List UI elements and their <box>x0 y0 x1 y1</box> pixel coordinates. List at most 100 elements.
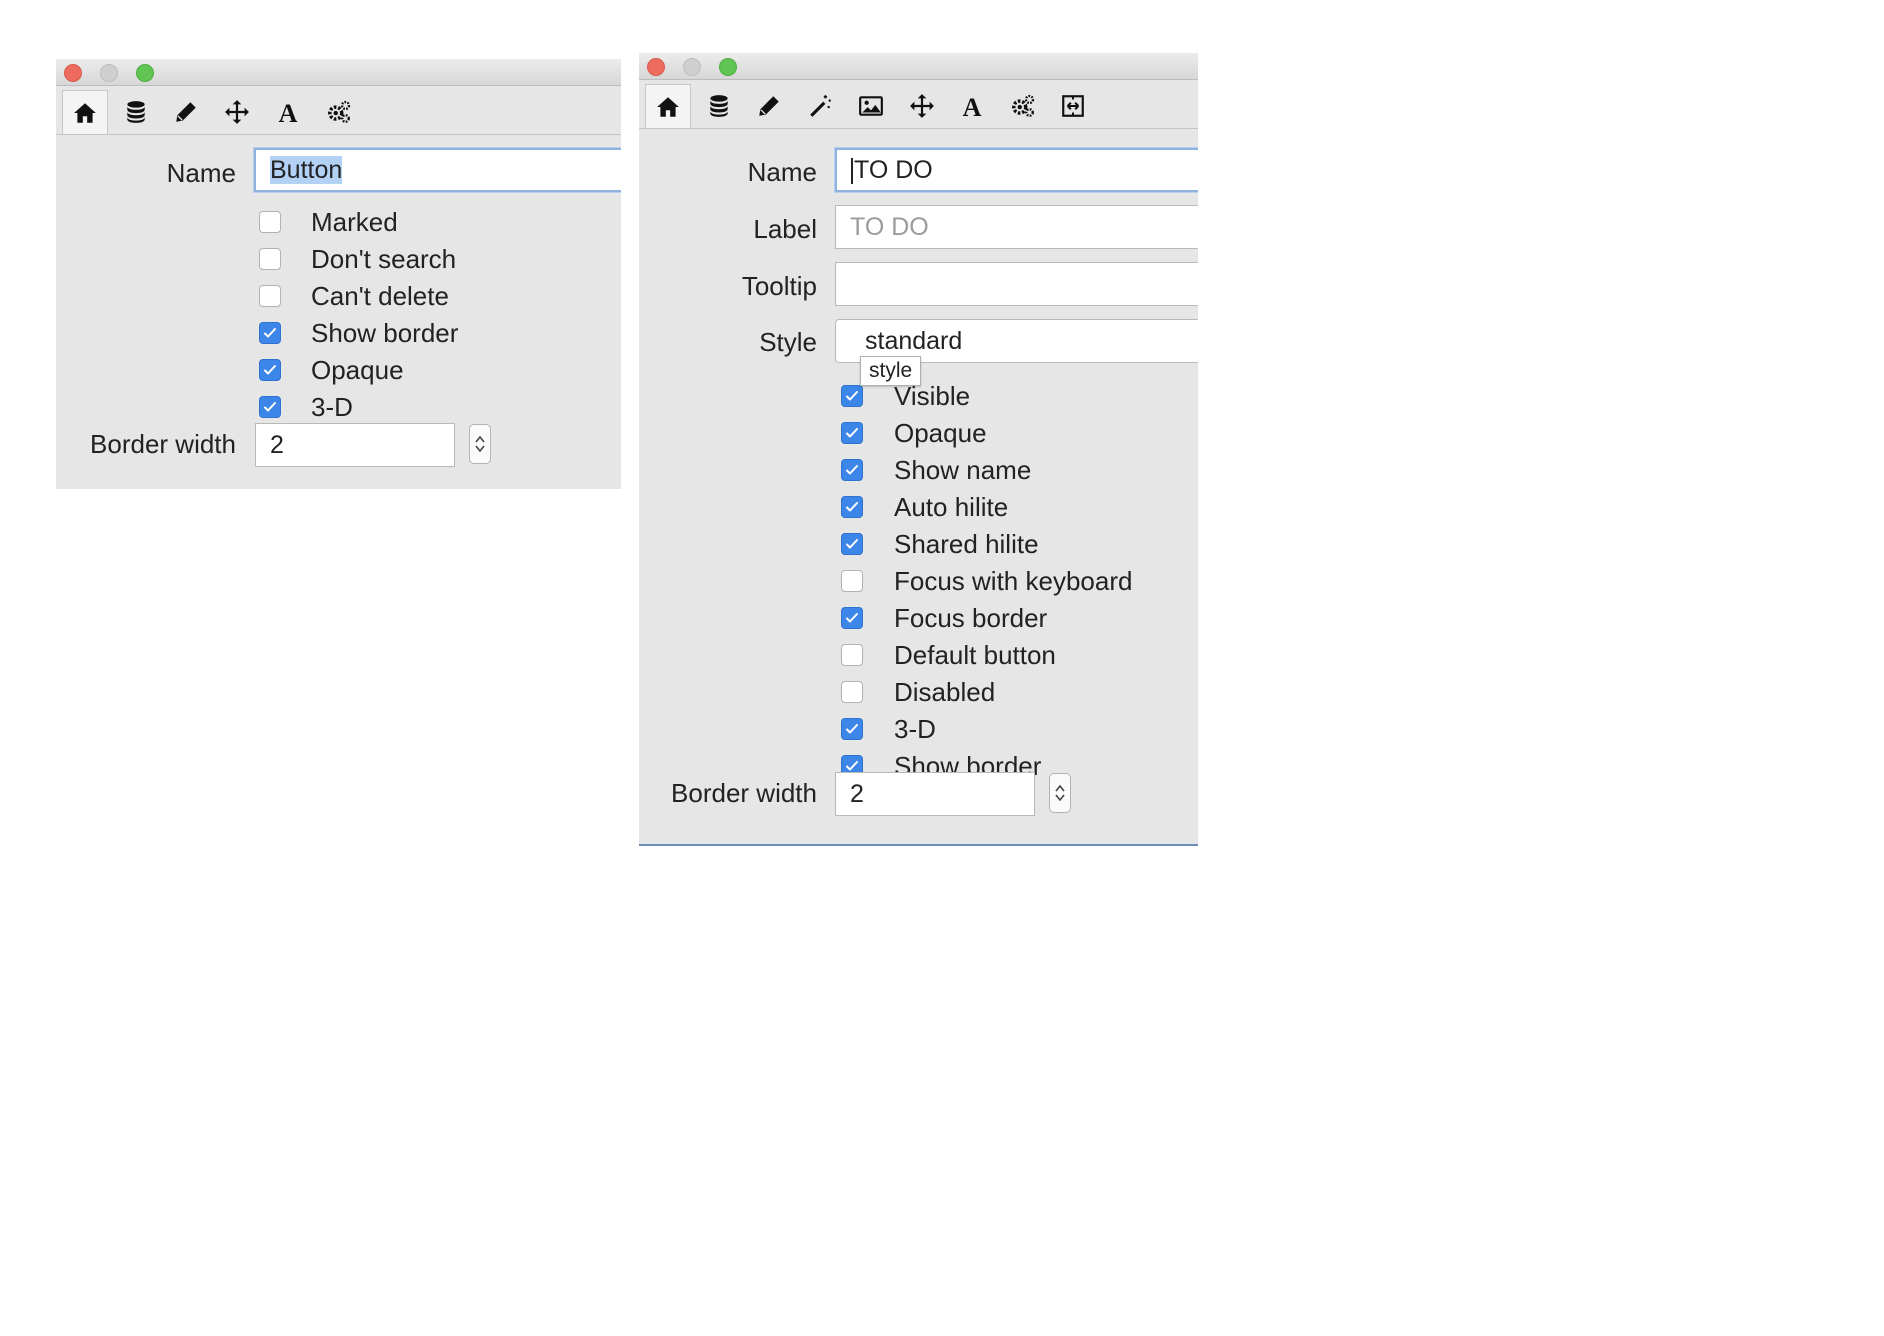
don-t-search-checkbox[interactable] <box>259 248 281 270</box>
minimize-button[interactable] <box>100 64 118 82</box>
show-name-checkbox[interactable] <box>841 459 863 481</box>
tab-basic-properties[interactable] <box>645 84 691 128</box>
can-t-delete-checkbox-label[interactable]: Can't delete <box>311 281 449 311</box>
tab-custom-properties[interactable] <box>696 84 742 128</box>
focus-border-checkbox-label[interactable]: Focus border <box>894 603 1047 633</box>
zoom-button[interactable] <box>719 58 737 76</box>
don-t-search-checkbox-label[interactable]: Don't search <box>311 244 456 274</box>
show-border-checkbox[interactable] <box>259 322 281 344</box>
tab-text-formatting[interactable] <box>265 90 311 134</box>
chevron-down-icon[interactable] <box>474 444 486 454</box>
font-icon <box>959 93 985 119</box>
magic-wand-icon <box>807 93 833 119</box>
marked-checkbox[interactable] <box>259 211 281 233</box>
chevron-down-icon[interactable] <box>1054 793 1066 803</box>
tooltip-field[interactable] <box>835 262 1198 306</box>
tab-text-formatting[interactable] <box>949 84 995 128</box>
title-bar <box>639 53 1198 80</box>
checkmark-icon <box>844 388 860 404</box>
border-width-stepper[interactable] <box>1049 773 1071 813</box>
home-icon <box>655 94 681 120</box>
style-tooltip: style <box>860 356 922 386</box>
can-t-delete-checkbox[interactable] <box>259 285 281 307</box>
checkmark-icon <box>844 610 860 626</box>
border-width-label: Border width <box>671 778 817 808</box>
gears-icon <box>1010 93 1036 119</box>
database-icon <box>706 93 732 119</box>
move-icon <box>224 99 250 125</box>
default-button-checkbox-label[interactable]: Default button <box>894 640 1056 670</box>
name-field[interactable]: TO DO <box>835 148 1198 192</box>
label-field[interactable]: TO DO <box>835 205 1198 249</box>
tab-advanced[interactable] <box>1000 84 1046 128</box>
3-d-checkbox[interactable] <box>841 718 863 740</box>
close-button[interactable] <box>647 58 665 76</box>
disabled-checkbox[interactable] <box>841 681 863 703</box>
tab-advanced[interactable] <box>316 90 362 134</box>
auto-hilite-checkbox-label[interactable]: Auto hilite <box>894 492 1008 522</box>
resize-icon <box>1060 93 1086 119</box>
name-field[interactable]: Button <box>254 148 621 192</box>
default-button-checkbox[interactable] <box>841 644 863 666</box>
opaque-checkbox[interactable] <box>841 422 863 444</box>
text-caret <box>851 158 853 185</box>
marked-checkbox-label[interactable]: Marked <box>311 207 398 237</box>
inspector-window-todo: Name TO DO Label TO DO Tooltip Style sta… <box>639 53 1198 846</box>
checkmark-icon <box>262 325 278 341</box>
visible-checkbox[interactable] <box>841 385 863 407</box>
checkmark-icon <box>262 362 278 378</box>
focus-border-checkbox[interactable] <box>841 607 863 629</box>
name-label: Name <box>747 157 817 187</box>
name-label: Name <box>166 158 236 188</box>
tab-colors-patterns[interactable] <box>746 84 792 128</box>
show-name-checkbox-label[interactable]: Show name <box>894 455 1031 485</box>
3-d-checkbox[interactable] <box>259 396 281 418</box>
focus-with-keyboard-checkbox[interactable] <box>841 570 863 592</box>
focus-with-keyboard-checkbox-label[interactable]: Focus with keyboard <box>894 566 1132 596</box>
chevron-up-icon[interactable] <box>474 434 486 444</box>
opaque-checkbox-label[interactable]: Opaque <box>894 418 987 448</box>
checkmark-icon <box>262 399 278 415</box>
border-width-field[interactable]: 2 <box>255 423 455 467</box>
close-button[interactable] <box>64 64 82 82</box>
opaque-checkbox-label[interactable]: Opaque <box>311 355 404 385</box>
home-icon <box>72 100 98 126</box>
checkmark-icon <box>844 425 860 441</box>
checkmark-icon <box>844 499 860 515</box>
border-width-stepper[interactable] <box>469 424 491 464</box>
chevron-up-icon[interactable] <box>1054 783 1066 793</box>
font-icon <box>275 99 301 125</box>
border-width-label: Border width <box>90 429 236 459</box>
shared-hilite-checkbox-label[interactable]: Shared hilite <box>894 529 1039 559</box>
auto-hilite-checkbox[interactable] <box>841 496 863 518</box>
tab-basic-properties[interactable] <box>62 90 108 134</box>
border-width-field[interactable]: 2 <box>835 772 1035 816</box>
tab-geometry[interactable] <box>1050 84 1096 128</box>
3-d-checkbox-label[interactable]: 3-D <box>894 714 936 744</box>
3-d-checkbox-label[interactable]: 3-D <box>311 392 353 422</box>
tab-size-position[interactable] <box>899 84 945 128</box>
tab-colors-patterns[interactable] <box>163 90 209 134</box>
show-border-checkbox-label[interactable]: Show border <box>311 318 458 348</box>
disabled-checkbox-label[interactable]: Disabled <box>894 677 995 707</box>
tab-custom-properties[interactable] <box>113 90 159 134</box>
tab-icons[interactable] <box>848 84 894 128</box>
pencil-icon <box>756 93 782 119</box>
minimize-button[interactable] <box>683 58 701 76</box>
pencil-icon <box>173 99 199 125</box>
inspector-toolbar <box>56 86 621 135</box>
inspector-toolbar <box>639 80 1198 129</box>
name-value: Button <box>270 156 343 184</box>
style-label: Style <box>759 327 817 357</box>
tooltip-label: Tooltip <box>741 271 817 301</box>
title-bar <box>56 59 621 86</box>
name-value: TO DO <box>854 156 933 184</box>
shared-hilite-checkbox[interactable] <box>841 533 863 555</box>
tab-effects[interactable] <box>797 84 843 128</box>
opaque-checkbox[interactable] <box>259 359 281 381</box>
zoom-button[interactable] <box>136 64 154 82</box>
move-icon <box>909 93 935 119</box>
gears-icon <box>326 99 352 125</box>
checkmark-icon <box>844 721 860 737</box>
tab-size-position[interactable] <box>214 90 260 134</box>
